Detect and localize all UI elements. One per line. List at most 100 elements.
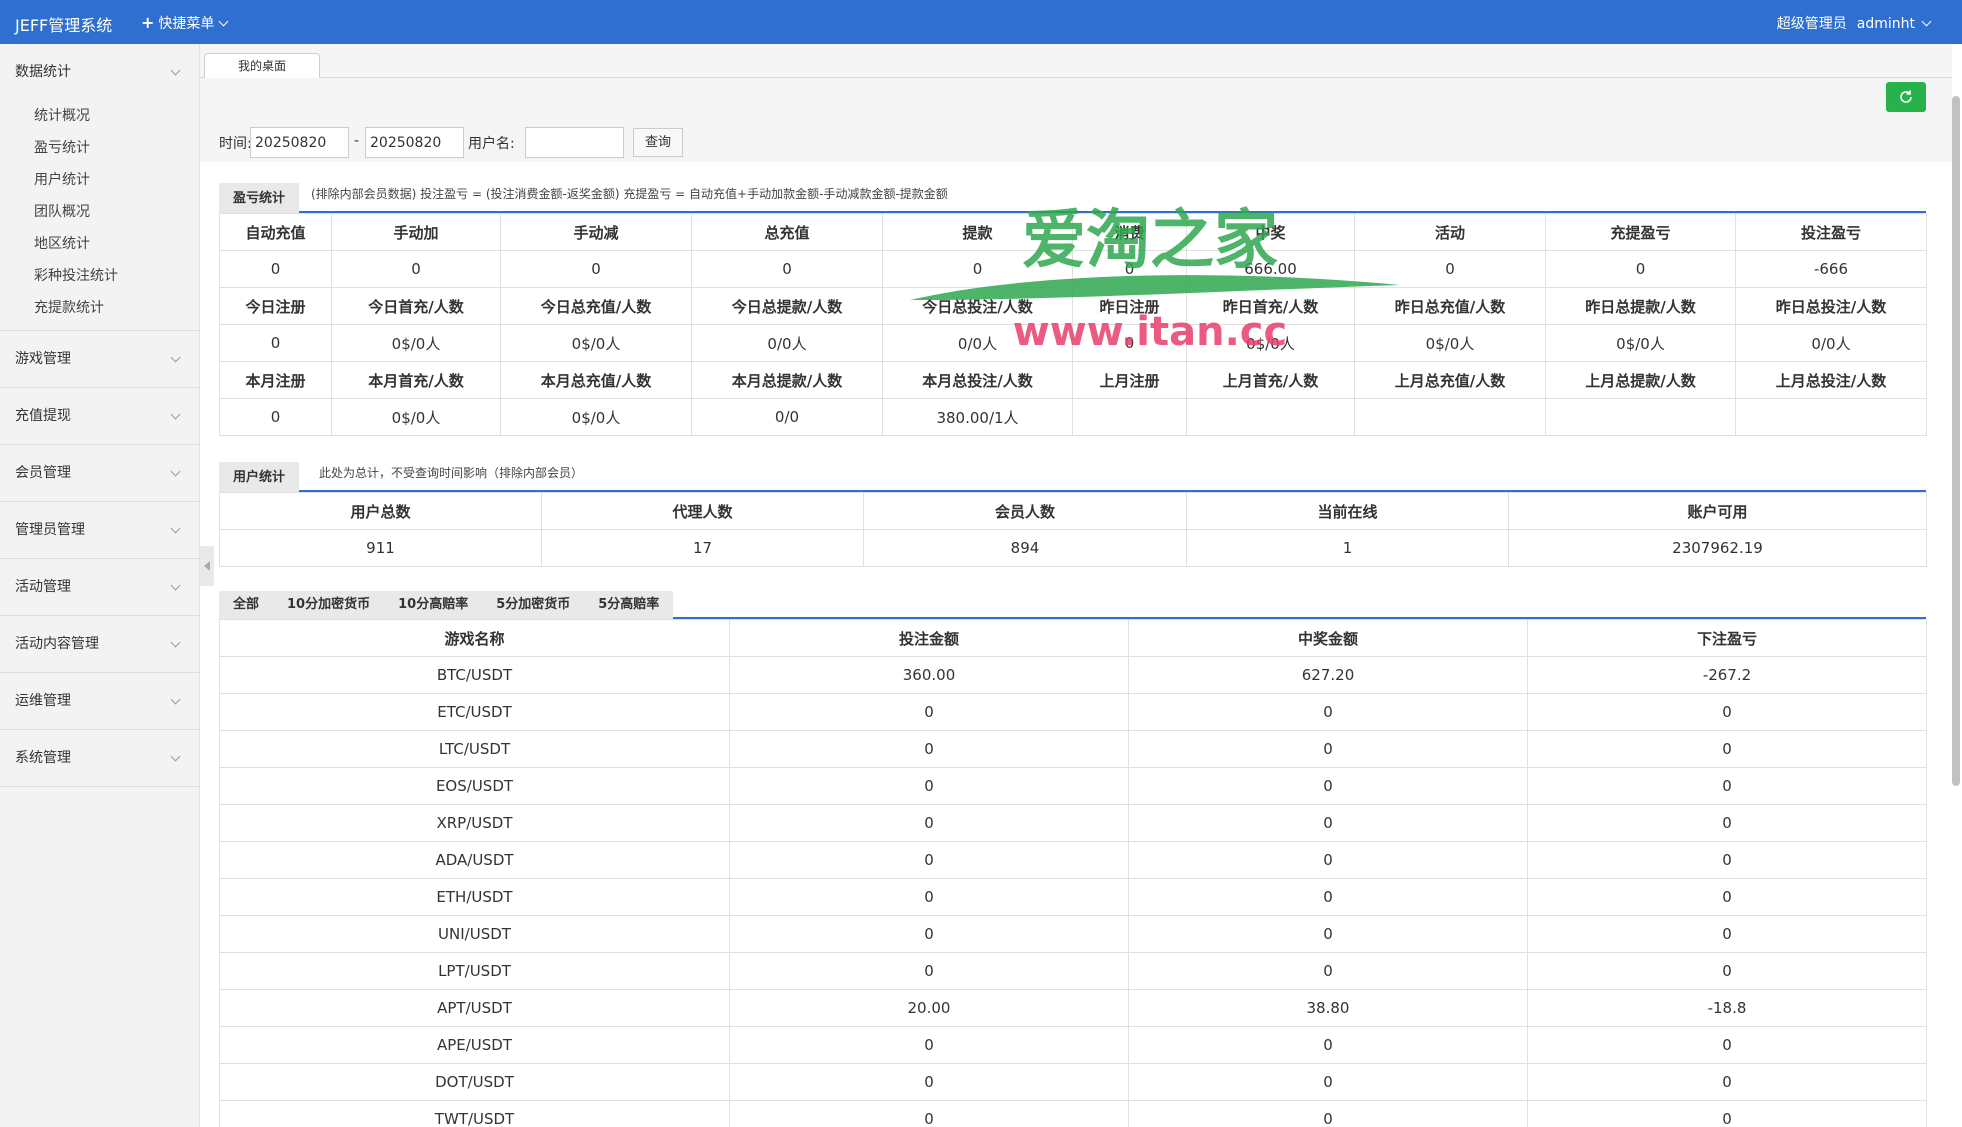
value-cell: 0 <box>1128 878 1528 916</box>
sidebar-subitem-lottery[interactable]: 彩种投注统计 <box>0 260 199 292</box>
tab-5min-high-odds[interactable]: 5分高赔率 <box>584 591 673 619</box>
sidebar-item-label: 充值提现 <box>15 408 71 424</box>
value-cell: 0 <box>1128 804 1528 842</box>
table-row: UNI/USDT 0 0 0 <box>219 915 1927 953</box>
refresh-button[interactable] <box>1886 82 1926 112</box>
tab-bar: 我的桌面 <box>200 44 1952 79</box>
value-cell: 38.80 <box>1128 989 1528 1027</box>
sidebar-item-activity-content[interactable]: 活动内容管理 <box>0 616 199 672</box>
table-row: ETH/USDT 0 0 0 <box>219 878 1927 916</box>
chevron-down-icon <box>170 694 181 705</box>
sidebar-item-members[interactable]: 会员管理 <box>0 445 199 501</box>
sidebar-item-system[interactable]: 系统管理 <box>0 730 199 786</box>
plus-icon: + <box>141 13 155 32</box>
quick-menu-label: 快捷菜单 <box>158 16 215 32</box>
tab-my-desktop[interactable]: 我的桌面 <box>204 53 320 79</box>
user-stats-tab[interactable]: 用户统计 <box>219 462 300 492</box>
sidebar-item-admins[interactable]: 管理员管理 <box>0 502 199 558</box>
quick-menu-button[interactable]: + 快捷菜单 <box>141 13 229 33</box>
table-row: BTC/USDT 360.00 627.20 -267.2 <box>219 656 1927 694</box>
value-cell: 0 <box>1527 693 1927 731</box>
header-cell: 上月首充/人数 <box>1186 361 1355 399</box>
header-cell: 昨日首充/人数 <box>1186 287 1355 325</box>
user-stats-table: 用户总数 代理人数 会员人数 当前在线 账户可用 911 17 894 1 23… <box>219 492 1927 567</box>
tab-10min-high-odds[interactable]: 10分高赔率 <box>384 591 482 619</box>
game-name-cell: APT/USDT <box>219 989 730 1027</box>
game-name-cell: EOS/USDT <box>219 767 730 805</box>
value-cell: -18.8 <box>1527 989 1927 1027</box>
header-cell: 下注盈亏 <box>1527 619 1927 657</box>
header-cell: 本月总投注/人数 <box>882 361 1073 399</box>
value-row: 0 0 0 0 0 0 666.00 0 0 -666 <box>219 250 1927 288</box>
value-cell: 20.00 <box>729 989 1129 1027</box>
value-cell: 17 <box>541 529 864 567</box>
sidebar-item-label: 活动内容管理 <box>15 636 99 652</box>
header-cell: 充提盈亏 <box>1545 213 1736 251</box>
end-date-input[interactable] <box>365 127 464 158</box>
game-name-cell: ETH/USDT <box>219 878 730 916</box>
username-input[interactable] <box>525 127 624 158</box>
chevron-down-icon <box>218 16 229 27</box>
value-cell: 666.00 <box>1186 250 1355 288</box>
header-cell: 上月总提款/人数 <box>1545 361 1736 399</box>
header-cell: 活动 <box>1354 213 1546 251</box>
value-cell: 0 <box>1128 952 1528 990</box>
sidebar-subitem-team[interactable]: 团队概况 <box>0 196 199 228</box>
game-name-cell: TWT/USDT <box>219 1100 730 1127</box>
value-cell: 0$/0人 <box>500 324 692 362</box>
sidebar-item-activities[interactable]: 活动管理 <box>0 559 199 615</box>
sidebar-item-games[interactable]: 游戏管理 <box>0 331 199 387</box>
value-cell: 0 <box>729 804 1129 842</box>
header-cell: 会员人数 <box>863 492 1187 530</box>
tab-all[interactable]: 全部 <box>219 591 273 619</box>
value-cell <box>1735 398 1927 436</box>
value-cell: 0 <box>729 915 1129 953</box>
header-cell: 今日总提款/人数 <box>691 287 883 325</box>
header-cell: 手动加 <box>331 213 501 251</box>
profit-tab[interactable]: 盈亏统计 <box>219 183 300 213</box>
sidebar-subitem-region[interactable]: 地区统计 <box>0 228 199 260</box>
sidebar-subitem-deposit-withdraw[interactable]: 充提款统计 <box>0 292 199 324</box>
sidebar-subitem-overview[interactable]: 统计概况 <box>0 100 199 132</box>
page-scrollbar[interactable] <box>1952 96 1960 786</box>
value-cell: 0 <box>219 250 332 288</box>
value-cell: 0 <box>1128 1063 1528 1101</box>
header-cell: 消费 <box>1072 213 1187 251</box>
query-button[interactable]: 查询 <box>633 128 683 157</box>
game-name-cell: DOT/USDT <box>219 1063 730 1101</box>
header-cell: 游戏名称 <box>219 619 730 657</box>
value-cell: 0 <box>1527 767 1927 805</box>
sidebar-subitem-profit[interactable]: 盈亏统计 <box>0 132 199 164</box>
chevron-down-icon <box>170 409 181 420</box>
value-cell: 380.00/1人 <box>882 398 1073 436</box>
profit-note: (排除内部会员数据) 投注盈亏 = (投注消费金额-返奖金额) 充提盈亏 = 自… <box>311 187 948 201</box>
sidebar: 数据统计 统计概况 盈亏统计 用户统计 团队概况 地区统计 彩种投注统计 充提款… <box>0 44 200 1127</box>
game-name-cell: XRP/USDT <box>219 804 730 842</box>
header-cell: 今日首充/人数 <box>331 287 501 325</box>
user-menu[interactable]: 超级管理员 adminht <box>1776 13 1932 33</box>
table-row: TWT/USDT 0 0 0 <box>219 1100 1927 1127</box>
tab-5min-crypto[interactable]: 5分加密货币 <box>482 591 584 619</box>
game-tabs: 全部 10分加密货币 10分高赔率 5分加密货币 5分高赔率 <box>219 581 1926 619</box>
sidebar-subitem-user-stats[interactable]: 用户统计 <box>0 164 199 196</box>
app-title[interactable]: JEFF管理系统 <box>15 12 112 36</box>
tab-10min-crypto[interactable]: 10分加密货币 <box>273 591 384 619</box>
table-row: ADA/USDT 0 0 0 <box>219 841 1927 879</box>
table-row: XRP/USDT 0 0 0 <box>219 804 1927 842</box>
sidebar-item-recharge[interactable]: 充值提现 <box>0 388 199 444</box>
value-cell: 911 <box>219 529 542 567</box>
sidebar-item-ops[interactable]: 运维管理 <box>0 673 199 729</box>
header-row: 本月注册 本月首充/人数 本月总充值/人数 本月总提款/人数 本月总投注/人数 上月注册上… <box>219 361 1927 399</box>
value-cell: 0 <box>1072 250 1187 288</box>
sidebar-item-stats[interactable]: 数据统计 <box>0 44 199 100</box>
start-date-input[interactable] <box>250 127 349 158</box>
value-cell: -666 <box>1735 250 1927 288</box>
sidebar-item-label: 运维管理 <box>15 693 71 709</box>
user-role: 超级管理员 <box>1776 16 1847 32</box>
value-cell: 0$/0人 <box>331 398 501 436</box>
chevron-down-icon <box>170 65 181 76</box>
refresh-icon <box>1900 90 1912 103</box>
header-cell: 今日总充值/人数 <box>500 287 692 325</box>
header-cell: 提款 <box>882 213 1073 251</box>
username-label: 用户名: <box>468 136 515 152</box>
